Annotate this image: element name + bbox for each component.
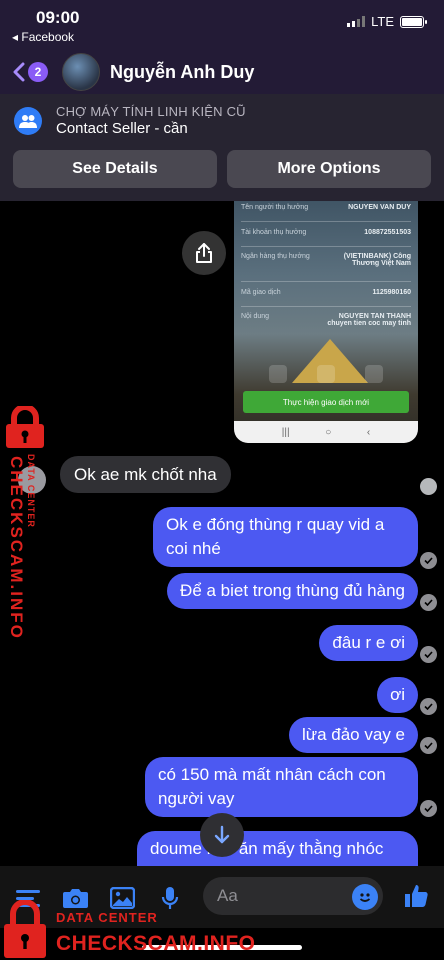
incoming-message[interactable]: Ok ae mk chốt nha [60,456,231,493]
battery-icon [400,15,427,28]
marketplace-listing-panel: CHỢ MÁY TÍNH LINH KIỆN CŨ Contact Seller… [0,94,444,201]
receipt-row: Tài khoản thụ hưởng 108872551503 [241,229,411,236]
outgoing-message[interactable]: lừa đảo vay e [288,717,418,753]
outgoing-message[interactable]: đâu r e ơi [319,625,418,661]
back-chevron-icon[interactable] [12,62,26,82]
back-to-app-link[interactable]: ◂ Facebook [12,30,74,44]
read-receipt-avatar [420,478,437,495]
group-icon [14,107,42,135]
see-details-button[interactable]: See Details [13,150,217,188]
listing-subtitle: Contact Seller - cần [56,120,188,137]
share-icon [196,243,212,263]
receipt-image-message[interactable]: Tên người thụ hưởng NGUYEN VAN DUY Tài kh… [234,201,418,443]
delivered-check-icon [420,698,437,715]
watermark-vertical-text: CHECKSCAM.INFO [7,456,26,640]
receipt-row: Nội dung NGUYEN TAN THANH chuyen tien coc… [241,313,411,327]
delivered-check-icon [420,552,437,569]
contact-avatar[interactable] [62,53,100,91]
lock-icon [6,406,44,448]
chevron-down-icon [214,825,230,844]
outgoing-message[interactable]: ơi [377,677,418,713]
receipt-icon-row [234,365,418,383]
status-indicators: LTE [347,14,427,29]
more-options-button[interactable]: More Options [227,150,431,188]
outgoing-message[interactable]: Ok e đóng thùng r quay vid a coi nhé [153,507,418,567]
unread-count-badge[interactable]: 2 [28,62,48,82]
listing-group-title: CHỢ MÁY TÍNH LINH KIỆN CŨ [56,104,246,119]
receipt-row: Tên người thụ hưởng NGUYEN VAN DUY [241,204,411,211]
outgoing-message[interactable]: Để a biet trong thùng đủ hàng [167,573,418,609]
delivered-check-icon [420,800,437,817]
status-time: 09:00 [36,8,80,27]
share-button[interactable] [182,231,226,275]
outgoing-message[interactable]: doume làm ăn mấy thằng nhóc [137,831,418,866]
phone-navbar: ||| ○ ‹ [234,421,418,443]
thumbs-up-icon[interactable] [402,882,430,910]
delivered-check-icon [420,646,437,663]
scroll-to-bottom-button[interactable] [200,813,244,857]
delivered-check-icon [420,594,437,611]
watermark-small-text: DATA CENTER [56,910,158,925]
watermark-vertical-small-text: DATA CENTER [26,454,36,528]
new-transaction-button: Thực hiện giao dịch mới [243,391,409,413]
lock-icon [4,900,46,958]
receipt-row: Ngân hàng thụ hưởng (VIETINBANK) Công Thư… [241,253,411,267]
watermark-side: CHECKSCAM.INFO DATA CENTER [2,406,52,640]
chat-header: 2 Nguyễn Anh Duy [0,50,444,94]
delivered-check-icon [420,737,437,754]
watermark-big-text: CHECKSCAM.INFO [56,932,256,955]
status-bar: 09:00 ◂ Facebook LTE [0,0,444,50]
receipt-row: Mã giao dịch 1125980160 [241,289,411,296]
watermark-bottom: DATA CENTER CHECKSCAM.INFO [2,896,272,960]
contact-name[interactable]: Nguyễn Anh Duy [110,62,254,83]
network-label: LTE [371,14,394,29]
outgoing-message[interactable]: có 150 mà mất nhân cách con người vay [145,757,418,817]
signal-icon [347,16,366,27]
emoji-icon[interactable] [352,884,378,910]
